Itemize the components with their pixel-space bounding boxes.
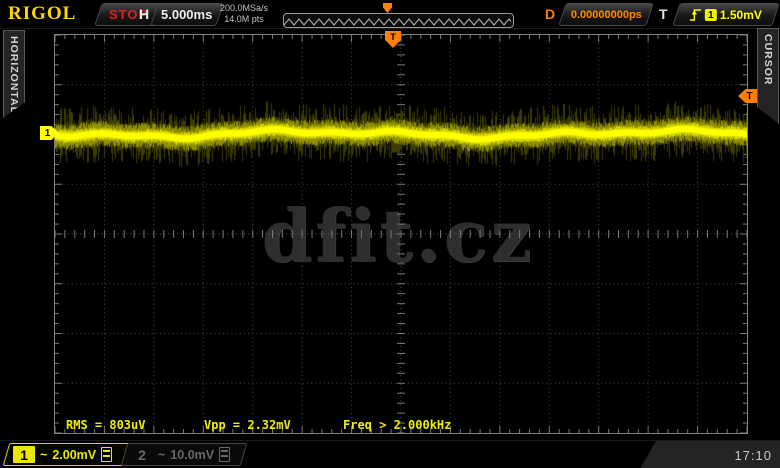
sample-rate: 200.0MSa/s [216, 3, 272, 14]
measurement-rms: RMS = 803uV [66, 418, 145, 432]
bottom-status-bar: 1 ~ 2.00mV 2 ~ 10.0mV 17:10 [0, 440, 780, 468]
delay-label: D [545, 6, 555, 22]
trigger-settings-box[interactable]: 1 1.50mV [672, 3, 779, 26]
waveform-canvas [55, 35, 747, 433]
timebase-value: 5.000ms [161, 7, 212, 22]
memory-trigger-pin-icon[interactable] [383, 3, 392, 13]
trigger-source-badge: 1 [705, 9, 717, 21]
memory-depth: 14.0M pts [216, 14, 272, 25]
tab-cursor[interactable]: CURSOR [757, 28, 779, 124]
waveform-display: dfit.cz RMS = 803uV Vpp = 2.32mV Freq > … [54, 34, 748, 434]
tab-cursor-label: CURSOR [762, 34, 774, 86]
brand-logo: RIGOL [8, 3, 76, 25]
memory-position-bar [283, 13, 514, 28]
channel2-status-box[interactable]: 2 ~ 10.0mV [121, 443, 248, 466]
top-status-bar: RIGOL STOP H 5.000ms 200.0MSa/s 14.0M pt… [0, 0, 780, 29]
timebase-box[interactable]: 5.000ms [150, 3, 223, 26]
clock: 17:10 [734, 448, 772, 463]
channel2-scale: 10.0mV [170, 448, 214, 462]
channel1-scale: 2.00mV [52, 448, 96, 462]
clock-region: 17:10 [640, 441, 780, 468]
channel1-status-box[interactable]: 1 ~ 2.00mV [3, 443, 130, 466]
channel2-probe-icon [219, 447, 230, 462]
delay-value: 0.00000000ps [571, 9, 642, 21]
measurement-vpp: Vpp = 2.32mV [204, 418, 291, 432]
channel1-probe-icon [101, 447, 112, 462]
oscilloscope-screen: RIGOL STOP H 5.000ms 200.0MSa/s 14.0M pt… [0, 0, 780, 468]
trigger-level-value: 1.50mV [720, 8, 762, 22]
trigger-label: T [659, 6, 668, 22]
channel1-coupling: ~ [40, 448, 47, 462]
delay-box[interactable]: 0.00000000ps [558, 3, 653, 26]
channel2-badge: 2 [131, 446, 153, 463]
acquisition-info: 200.0MSa/s 14.0M pts [216, 3, 272, 25]
horizontal-label: H [139, 6, 149, 22]
measurement-freq: Freq > 2.000kHz [343, 418, 451, 432]
channel2-coupling: ~ [158, 448, 165, 462]
tab-horizontal-label: HORIZONTAL [8, 36, 20, 114]
channel1-badge: 1 [13, 446, 35, 463]
tab-horizontal[interactable]: HORIZONTAL [3, 30, 25, 118]
memory-zigzag-icon [284, 16, 511, 27]
edge-trigger-icon [689, 8, 702, 22]
